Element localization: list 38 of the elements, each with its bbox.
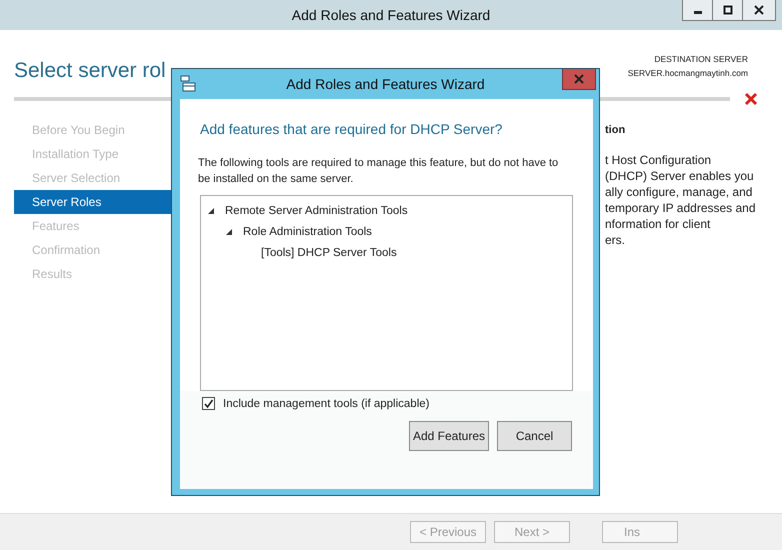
dialog-heading: Add features that are required for DHCP Server? [200,121,504,137]
page-title: Select server rol [14,58,166,84]
wizard-step[interactable]: Before You Begin [14,118,172,142]
description-text: (DHCP) Server enables you [605,168,755,184]
server-icon [179,75,197,93]
close-button[interactable] [742,0,776,21]
minimize-button[interactable] [682,0,713,21]
maximize-icon [722,5,732,15]
description-text: temporary IP addresses and [605,200,756,216]
dialog-button[interactable]: Cancel [497,421,572,451]
wizard-step[interactable]: Features [14,214,172,238]
description-text: nformation for client [605,216,712,232]
destination-label: DESTINATION SERVER [654,54,748,64]
expand-icon[interactable] [207,206,215,214]
description-heading: tion [605,123,626,138]
description-text: ally configure, manage, and [605,184,754,200]
description-text: t Host Configuration [605,152,712,168]
checkbox[interactable] [202,397,215,410]
wizard-step[interactable]: Confirmation [14,238,172,262]
wizard-step[interactable]: Results [14,262,172,286]
close-icon [754,5,764,15]
dialog-title: Add Roles and Features Wizard [286,76,485,92]
tree-item: Remote Server Administration Tools [225,204,408,216]
expand-icon[interactable] [225,228,233,236]
checkbox-label[interactable]: Include management tools (if applicable) [223,398,430,410]
dialog-message: The following tools are required to manage this feature, but do not have to be installed on the same server. [198,156,560,187]
error-icon [744,92,758,106]
tree-item: [Tools] DHCP Server Tools [261,246,397,258]
wizard-step[interactable]: Server Roles [14,190,172,214]
description-text: ers. [605,232,626,248]
window-title: Add Roles and Features Wizard [292,7,490,23]
wizard-step[interactable]: Installation Type [14,142,172,166]
destination-server: SERVER.hocmangmaytinh.com [628,68,748,78]
wizard-step[interactable]: Server Selection [14,166,172,190]
maximize-button[interactable] [712,0,743,21]
tree-item: Role Administration Tools [243,226,372,238]
close-icon [574,74,584,84]
dialog-button[interactable]: Add Features [409,421,489,451]
